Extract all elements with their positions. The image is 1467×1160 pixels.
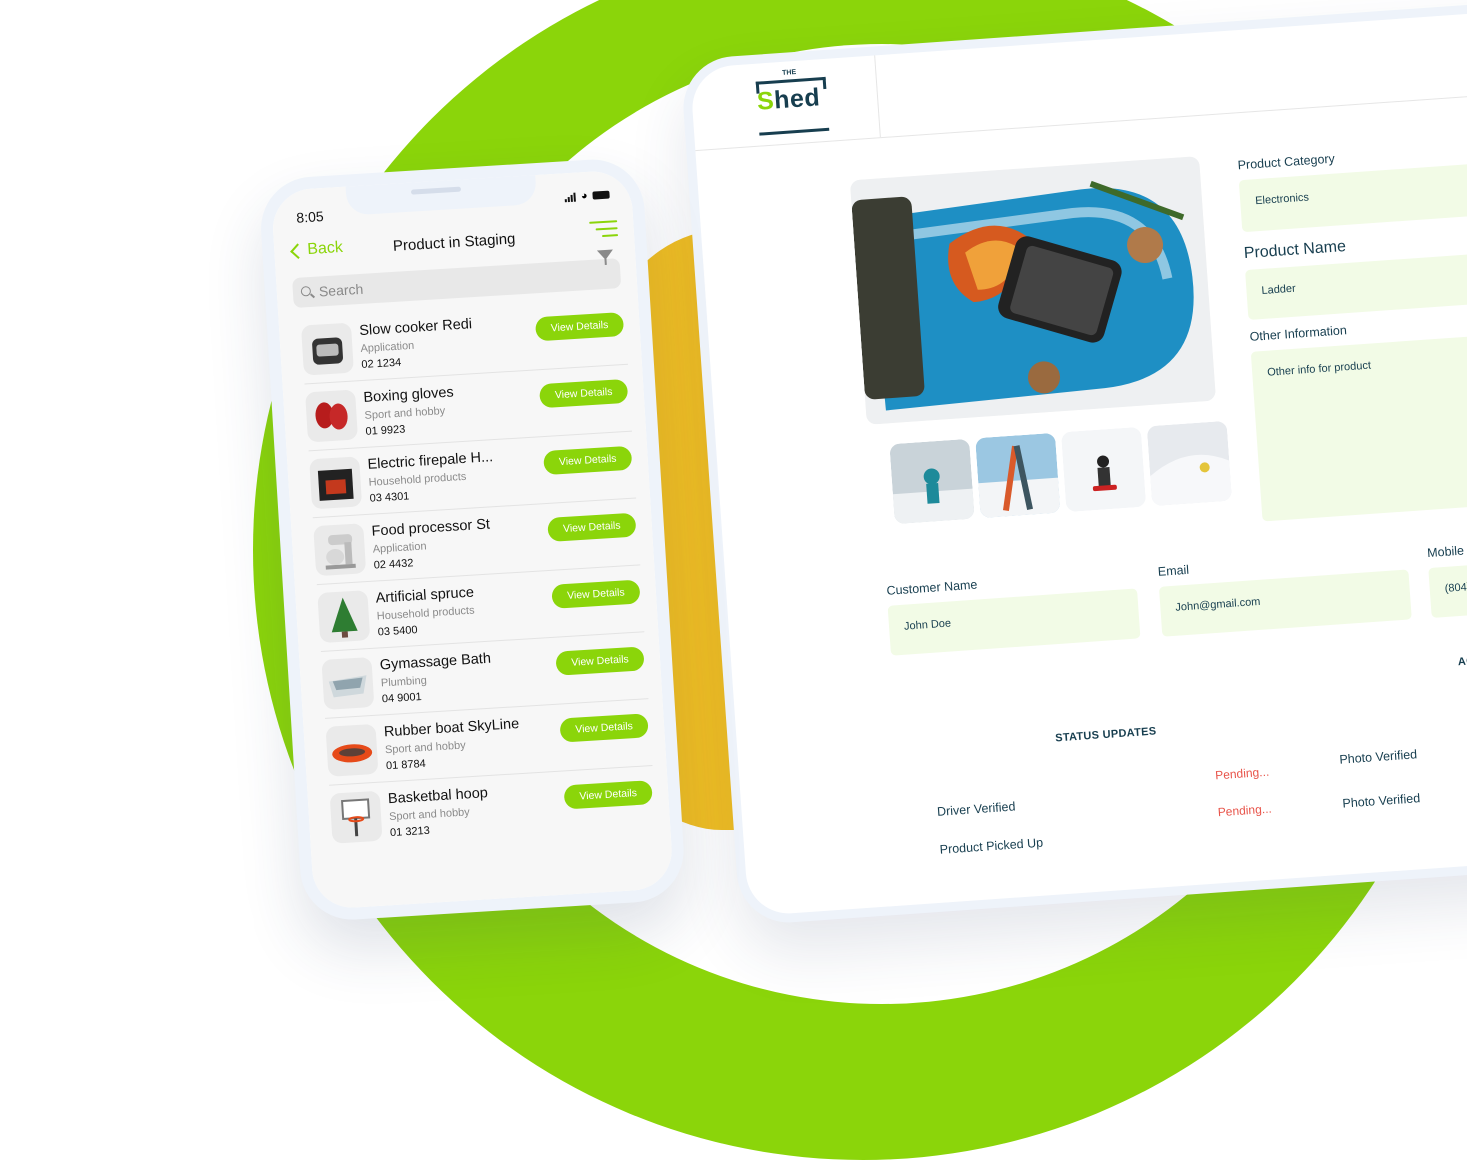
- view-details-button[interactable]: View Details: [555, 646, 645, 676]
- cellular-signal-icon: [565, 192, 577, 202]
- status-updates-heading: STATUS UPDATES: [1054, 725, 1157, 745]
- shed-logo[interactable]: THE Shed: [755, 68, 830, 136]
- email-label: Email: [1157, 562, 1190, 579]
- product-code: 02 1234: [361, 356, 402, 372]
- tablet-screen: THE Shed Product Category Electronics Pr…: [690, 6, 1467, 917]
- customer-name-label: Customer Name: [886, 577, 978, 598]
- phone-notch: [345, 174, 537, 216]
- product-thumbnails: [889, 420, 1233, 525]
- product-name: Electric firepale H...: [367, 449, 494, 473]
- status-pending-pickup: Pending...: [1217, 801, 1273, 820]
- other-information-label: Other Information: [1249, 323, 1348, 344]
- header-vertical-divider: [874, 55, 881, 138]
- actions-heading: ACT: [1457, 654, 1467, 669]
- thumbnail-image-3[interactable]: [1060, 426, 1147, 513]
- view-details-button[interactable]: View Details: [538, 378, 629, 409]
- phone-screen: 8:05 ◕ Back Product in Staging Search Sl…: [270, 169, 674, 910]
- boxing-gloves-icon: [305, 389, 359, 443]
- product-category: Application: [360, 339, 415, 356]
- product-name: Rubber boat SkyLine: [383, 716, 520, 741]
- wifi-icon: ◕: [580, 189, 588, 203]
- view-details-button[interactable]: View Details: [543, 445, 633, 476]
- status-bar-icons: ◕: [565, 189, 610, 204]
- product-name: Artificial spruce: [375, 584, 475, 607]
- view-details-button[interactable]: View Details: [563, 780, 653, 810]
- mixer-icon: [313, 523, 367, 577]
- mobile-label: Mobile: [1426, 543, 1465, 561]
- fireplace-icon: [309, 456, 363, 510]
- product-category: Household products: [368, 470, 467, 489]
- status-bar-time: 8:05: [295, 208, 325, 226]
- thumbnail-image-2[interactable]: [975, 432, 1061, 519]
- mobile-field[interactable]: (804): [1428, 559, 1467, 618]
- product-category: Application: [372, 540, 427, 556]
- product-code: 01 9923: [365, 423, 406, 438]
- boat-icon: [325, 723, 379, 777]
- product-category: Sport and hobby: [364, 405, 446, 422]
- hoop-icon: [329, 790, 383, 844]
- product-list: Slow cooker Redi Application 02 1234 Vie…: [300, 297, 656, 852]
- product-category: Household products: [376, 604, 475, 623]
- status-label-driver-verified: Driver Verified: [936, 799, 1016, 819]
- logo-wordmark: Shed: [756, 83, 822, 116]
- search-placeholder: Search: [318, 280, 364, 300]
- view-details-button[interactable]: View Details: [534, 311, 625, 342]
- page-title: Product in Staging: [392, 230, 516, 255]
- product-code: 04 9001: [381, 690, 422, 706]
- email-field[interactable]: John@gmail.com: [1158, 569, 1412, 637]
- product-category-label: Product Category: [1237, 151, 1336, 173]
- bathtub-icon: [321, 656, 375, 710]
- product-name-label: Product Name: [1243, 238, 1347, 263]
- product-name: Slow cooker Redi: [358, 316, 473, 340]
- search-icon: [300, 285, 312, 297]
- photo-verified-driver: Photo Verified: [1338, 747, 1418, 767]
- product-name: Basketbal hoop: [387, 785, 489, 808]
- slow-cooker-icon: [300, 322, 354, 376]
- product-category: Plumbing: [380, 674, 428, 690]
- logo-the-text: THE: [781, 68, 797, 77]
- thumbnail-image-1[interactable]: [889, 438, 975, 525]
- product-code: 03 5400: [377, 624, 418, 639]
- product-name: Gymassage Bath: [379, 650, 492, 674]
- status-pending-driver: Pending...: [1214, 764, 1270, 783]
- product-name: Boxing gloves: [363, 384, 455, 406]
- product-code: 03 4301: [369, 490, 410, 505]
- thumbnail-image-4[interactable]: [1146, 420, 1233, 507]
- other-information-field[interactable]: Other info for product: [1250, 326, 1467, 522]
- tree-icon: [317, 590, 371, 644]
- view-details-button[interactable]: View Details: [559, 713, 649, 743]
- filter-icon[interactable]: [596, 249, 614, 261]
- product-name: Food processor St: [371, 516, 491, 540]
- product-code: 01 3213: [389, 824, 431, 840]
- product-code: 02 4432: [373, 557, 414, 572]
- product-category: Sport and hobby: [388, 806, 471, 824]
- menu-icon[interactable]: [589, 220, 619, 240]
- view-details-button[interactable]: View Details: [547, 512, 637, 542]
- phone-device: 8:05 ◕ Back Product in Staging Search Sl…: [258, 156, 687, 923]
- product-code: 01 8784: [385, 757, 427, 773]
- tablet-device: THE Shed Product Category Electronics Pr…: [680, 0, 1467, 926]
- product-main-image[interactable]: [849, 156, 1217, 425]
- battery-icon: [592, 190, 610, 200]
- view-details-button[interactable]: View Details: [551, 579, 641, 609]
- product-category: Sport and hobby: [384, 739, 467, 757]
- status-label-product-picked-up: Product Picked Up: [939, 835, 1044, 857]
- photo-verified-pickup: Photo Verified: [1341, 791, 1421, 811]
- customer-name-field[interactable]: John Doe: [887, 588, 1141, 656]
